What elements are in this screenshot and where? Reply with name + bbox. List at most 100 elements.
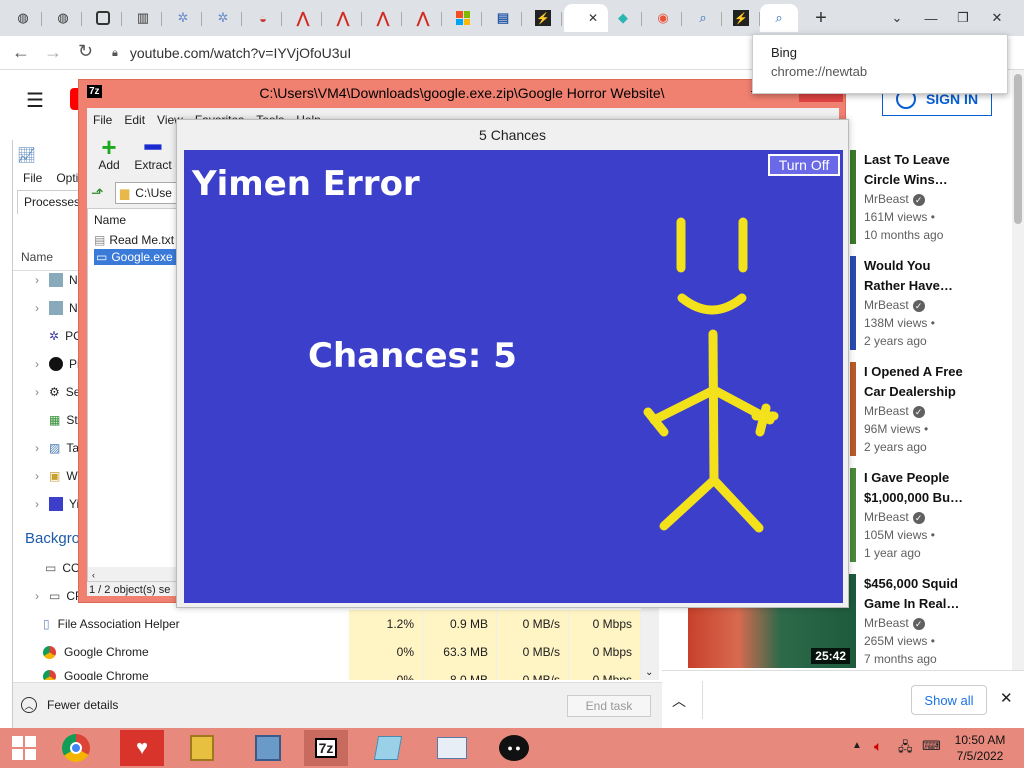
tab-18[interactable]: ⌕ <box>684 4 722 32</box>
tab-5[interactable]: ✲ <box>164 4 202 32</box>
tab-search-button[interactable]: ⌄ <box>878 4 916 32</box>
app-icon: ▭ <box>49 589 61 603</box>
video-item-1[interactable]: Last To Leave Circle Wins… MrBeast ✓ 161M… <box>850 150 990 244</box>
process-row[interactable]: ▦ Sto <box>35 406 84 434</box>
tab-17[interactable]: ◉ <box>644 4 682 32</box>
hamburger-menu-icon[interactable]: ☰ <box>26 88 44 113</box>
tab-13[interactable]: ▤ <box>484 4 522 32</box>
video-item-4[interactable]: I Gave People $1,000,000 Bu… MrBeast ✓ 10… <box>850 468 990 562</box>
lightning-icon: ⚡ <box>535 10 551 26</box>
volume-muted-icon[interactable]: 🔈︎ <box>874 738 882 755</box>
tab-bing[interactable]: ⌕ <box>760 4 798 32</box>
fewer-details-button[interactable]: ︿ Fewer details <box>21 697 118 713</box>
tab-12[interactable] <box>444 4 482 32</box>
path-field[interactable]: ▆ C:\Use <box>115 182 185 204</box>
process-row[interactable]: Google Chrome <box>43 666 149 680</box>
process-row[interactable]: › ▭ CP <box>35 582 83 610</box>
page-scrollbar[interactable] <box>1012 70 1024 728</box>
list-scrollbar[interactable]: ⌄ <box>641 608 659 680</box>
video-item-5[interactable]: $456,000 Squid Game In Real… MrBeast ✓ 26… <box>850 574 990 668</box>
upload-age: 1 year ago <box>864 546 921 560</box>
tab-10[interactable]: ⋀ <box>364 4 402 32</box>
process-row[interactable]: › No <box>35 266 84 294</box>
expand-icon[interactable]: › <box>35 441 39 455</box>
tab-9[interactable]: ⋀ <box>324 4 362 32</box>
address-bar[interactable]: 🔒︎ youtube.com/watch?v=IYVjOfoU3uI <box>112 41 752 65</box>
menu-file[interactable]: File <box>93 113 112 127</box>
end-task-button[interactable]: End task <box>567 695 651 717</box>
turn-off-button[interactable]: Turn Off <box>768 154 840 176</box>
expand-icon[interactable]: › <box>35 589 39 603</box>
forward-arrow-icon[interactable]: → <box>44 42 62 63</box>
tab-8[interactable]: ⋀ <box>284 4 322 32</box>
clock[interactable]: 10:50 AM 7/5/2022 <box>950 732 1010 764</box>
snowflake-icon: ✲ <box>217 10 229 25</box>
name-column-header[interactable]: Name <box>21 250 53 264</box>
close-window-button[interactable]: ✕ <box>978 4 1016 32</box>
tab-14[interactable]: ⚡ <box>524 4 562 32</box>
show-all-button[interactable]: Show all <box>911 685 987 715</box>
video-item-3[interactable]: I Opened A Free Car Dealership MrBeast ✓ … <box>850 362 990 456</box>
process-row[interactable]: › ▨ Ta <box>35 434 79 462</box>
text-file-icon: ▤ <box>94 233 106 247</box>
process-row[interactable]: › No <box>35 294 84 322</box>
expand-icon[interactable]: › <box>35 469 39 483</box>
process-row[interactable]: › ⚙ Se <box>35 378 80 406</box>
expand-icon[interactable]: › <box>35 385 39 399</box>
process-row[interactable]: ✲ PC <box>35 322 82 350</box>
chevron-up-icon[interactable]: ︿ <box>672 691 686 711</box>
taskbar-7zip[interactable]: 7z <box>304 730 348 766</box>
taskbar-chrome[interactable] <box>54 730 98 766</box>
tray-overflow-icon[interactable]: ▲ <box>852 740 862 751</box>
tab-3[interactable] <box>84 4 122 32</box>
restore-button[interactable]: ❐ <box>944 4 982 32</box>
taskbar-ice-cream-app[interactable]: ♥ <box>120 730 164 766</box>
close-icon[interactable]: ✕ <box>1000 689 1013 707</box>
chevron-left-icon[interactable]: ‹ <box>88 570 95 580</box>
chevron-down-icon[interactable]: ⌄ <box>645 667 653 678</box>
process-row[interactable]: Google Chrome <box>43 638 149 666</box>
new-tab-button[interactable]: + <box>802 4 840 32</box>
expand-icon[interactable]: › <box>35 357 39 371</box>
process-row[interactable]: ▭ CO <box>35 554 80 582</box>
process-name: File Association Helper <box>57 617 180 631</box>
taskbar-penguin-app[interactable]: ● ● <box>492 730 536 766</box>
up-folder-icon[interactable]: ⬏ <box>91 184 104 202</box>
expand-icon[interactable]: › <box>35 497 39 511</box>
menu-file[interactable]: File <box>23 171 42 185</box>
tab-close-icon[interactable]: ✕ <box>588 11 598 25</box>
network-cell: 0 Mbps <box>569 666 641 680</box>
channel-name: MrBeast <box>864 510 909 524</box>
tab-16[interactable]: ◆ <box>604 4 642 32</box>
taskbar-archive-app[interactable] <box>180 730 224 766</box>
tab-7[interactable]: ◒ <box>244 4 282 32</box>
disk-cell: 0 MB/s <box>497 610 569 638</box>
tab-1[interactable]: ◍ <box>4 4 42 32</box>
tab-active[interactable]: ✕ <box>564 4 608 32</box>
horizontal-scrollbar[interactable]: ‹ <box>88 567 186 581</box>
taskbar-notepad[interactable] <box>366 730 410 766</box>
reload-icon[interactable]: ↻ <box>78 41 93 62</box>
start-button[interactable] <box>2 730 46 766</box>
process-row[interactable]: › ▣ Wi <box>35 462 80 490</box>
process-row[interactable]: ▯ File Association Helper <box>43 610 180 638</box>
back-arrow-icon[interactable]: ← <box>12 42 30 63</box>
tab-4[interactable]: ▥ <box>124 4 162 32</box>
expand-icon[interactable]: › <box>35 301 39 315</box>
tab-6[interactable]: ✲ <box>204 4 242 32</box>
file-item[interactable]: ▤ Read Me.txt <box>88 231 186 249</box>
taskbar-installer[interactable] <box>246 730 290 766</box>
network-icon[interactable]: 🖧︎ <box>898 738 913 760</box>
taskbar-task-manager[interactable] <box>430 730 474 766</box>
name-column-header[interactable]: Name <box>88 209 186 231</box>
file-item-selected[interactable]: ▭ Google.exe <box>94 249 180 265</box>
keyboard-icon[interactable]: ⌨ <box>922 738 941 754</box>
video-item-2[interactable]: Would You Rather Have… MrBeast ✓ 138M vie… <box>850 256 990 350</box>
tab-11[interactable]: ⋀ <box>404 4 442 32</box>
tab-2[interactable]: ◍ <box>44 4 82 32</box>
add-button[interactable]: + Add <box>91 134 127 172</box>
tab-19[interactable]: ⚡ <box>722 4 760 32</box>
extract-button[interactable]: ━ Extract <box>131 134 175 172</box>
menu-edit[interactable]: Edit <box>124 113 145 127</box>
expand-icon[interactable]: › <box>35 273 39 287</box>
